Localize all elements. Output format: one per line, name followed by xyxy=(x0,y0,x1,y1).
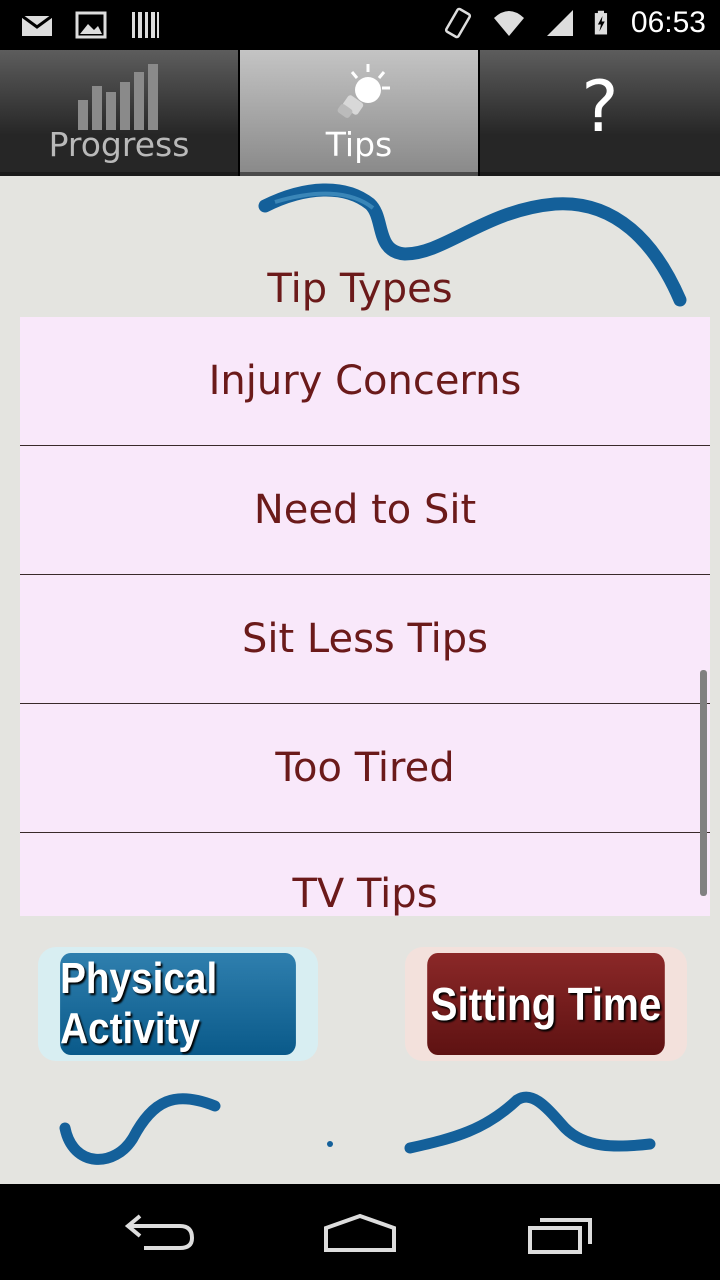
back-icon[interactable] xyxy=(124,1208,196,1252)
tab-tips[interactable]: Tips xyxy=(240,50,478,176)
bar-chart-icon xyxy=(78,64,158,130)
sitting-time-label: Sitting Time xyxy=(427,953,665,1055)
recents-icon[interactable] xyxy=(526,1214,596,1256)
rotate-icon xyxy=(444,7,472,39)
tab-help[interactable]: ? xyxy=(480,50,720,176)
lightbulb-icon xyxy=(337,64,390,118)
barcode-icon xyxy=(132,12,159,38)
wifi-icon xyxy=(493,11,524,36)
brush-stroke-bottom xyxy=(59,1091,656,1165)
signal-icon xyxy=(546,10,573,36)
list-item-need-to-sit[interactable]: Need to Sit xyxy=(20,446,710,575)
mail-icon xyxy=(21,14,53,36)
physical-activity-label: Physical Activity xyxy=(60,953,296,1055)
scrollbar[interactable] xyxy=(700,670,707,896)
home-icon[interactable] xyxy=(322,1212,398,1254)
clock: 06:53 xyxy=(630,6,706,39)
navigation-bar xyxy=(0,1184,720,1280)
help-icon: ? xyxy=(581,66,619,148)
physical-activity-button[interactable]: Physical Activity xyxy=(38,947,318,1061)
list-item-injury-concerns[interactable]: Injury Concerns xyxy=(20,317,710,446)
tab-label: Tips xyxy=(325,125,393,164)
tab-label: Progress xyxy=(48,125,190,164)
sitting-time-button[interactable]: Sitting Time xyxy=(405,947,687,1061)
page-title: Tip Types xyxy=(267,266,453,312)
tab-progress[interactable]: Progress xyxy=(0,50,238,176)
image-icon xyxy=(75,11,107,39)
list-item-too-tired[interactable]: Too Tired xyxy=(20,704,710,833)
tab-bar: Progress Tips ? xyxy=(0,50,720,176)
status-bar: 06:53 xyxy=(0,0,720,50)
list-item-tv-tips[interactable]: TV Tips xyxy=(20,833,710,916)
tip-types-list[interactable]: Injury Concerns Need to Sit Sit Less Tip… xyxy=(20,317,710,916)
battery-charging-icon xyxy=(594,10,607,35)
list-item-sit-less-tips[interactable]: Sit Less Tips xyxy=(20,575,710,704)
